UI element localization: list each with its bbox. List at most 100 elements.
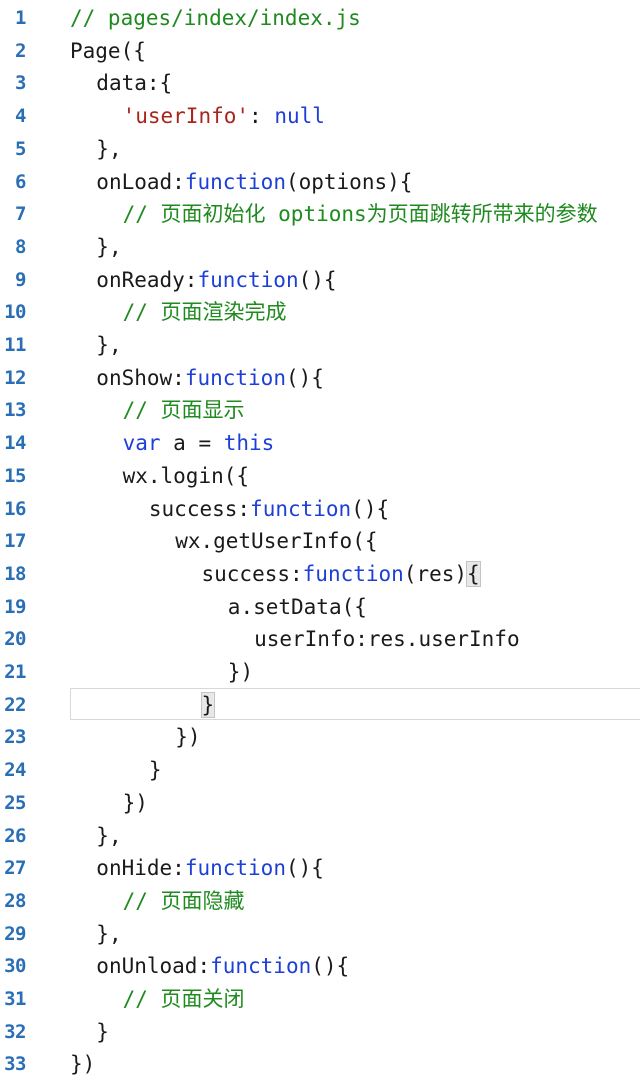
code-text[interactable]: // 页面隐藏 — [123, 885, 245, 918]
code-text[interactable]: onLoad:function(options){ — [96, 166, 412, 199]
code-text[interactable]: }) — [123, 787, 148, 820]
code-line[interactable]: 13 // 页面显示 — [0, 394, 640, 427]
code-token: }, — [96, 234, 122, 259]
code-line[interactable]: 5}, — [0, 133, 640, 166]
code-line[interactable]: 27 onHide:function(){ — [0, 852, 640, 885]
code-text[interactable]: onHide:function(){ — [96, 852, 324, 885]
line-number: 30 — [4, 955, 26, 978]
code-line[interactable]: 23}) — [0, 721, 640, 754]
code-text[interactable]: // 页面显示 — [123, 394, 245, 427]
code-token: }) — [227, 660, 254, 684]
code-line[interactable]: 26}, — [0, 820, 640, 853]
code-line[interactable]: 4 'userInfo': null — [0, 100, 640, 133]
code-text[interactable]: onUnload:function(){ — [96, 950, 349, 983]
code-token: onShow: — [96, 365, 185, 390]
line-number: 26 — [4, 824, 26, 847]
code-text[interactable]: // 页面渲染完成 — [123, 296, 287, 329]
code-line[interactable]: 24} — [0, 754, 640, 787]
code-text[interactable]: // pages/index/index.js — [70, 2, 361, 35]
code-line[interactable]: 11}, — [0, 329, 640, 362]
code-text[interactable]: // 页面初始化 options为页面跳转所带来的参数 — [123, 198, 598, 231]
code-line[interactable]: 31 // 页面关闭 — [0, 983, 640, 1016]
code-token: } — [148, 758, 162, 783]
code-line[interactable]: 1 // pages/index/index.js — [0, 2, 640, 35]
code-text[interactable]: } — [149, 754, 162, 787]
code-line[interactable]: 19 a.setData({ — [0, 591, 640, 624]
code-line[interactable]: 20 userInfo:res.userInfo — [0, 623, 640, 656]
code-line[interactable]: 15 wx.login({ — [0, 460, 640, 493]
code-text[interactable]: success:function(res){ — [202, 558, 481, 591]
code-text[interactable]: }, — [96, 329, 121, 362]
line-number: 11 — [4, 334, 26, 356]
code-text[interactable]: a.setData({ — [228, 591, 367, 624]
code-line[interactable]: 17 wx.getUserInfo({ — [0, 525, 640, 558]
line-number: 13 — [4, 399, 26, 422]
code-text[interactable]: }) — [70, 1048, 95, 1081]
code-token: data:{ — [96, 71, 173, 96]
code-keyword: var — [122, 431, 161, 456]
code-token: wx.login({ — [122, 463, 250, 488]
code-line[interactable]: 33}) — [0, 1048, 640, 1081]
code-line[interactable]: 12 onShow:function(){ — [0, 362, 640, 395]
line-number: 16 — [4, 497, 26, 520]
line-number: 23 — [4, 726, 26, 749]
code-text[interactable]: }, — [96, 918, 121, 951]
code-text[interactable]: success:function(){ — [149, 493, 389, 526]
code-line[interactable]: 6 onLoad:function(options){ — [0, 166, 640, 199]
line-number: 9 — [15, 268, 26, 291]
code-line[interactable]: 30 onUnload:function(){ — [0, 950, 640, 983]
code-line[interactable]: 3 data:{ — [0, 67, 640, 100]
line-number: 33 — [4, 1053, 26, 1076]
code-editor[interactable]: 1 // pages/index/index.js 2 Page({ 3 data:{ 4 '… — [0, 0, 640, 1084]
code-text[interactable]: } — [200, 689, 216, 722]
code-comment: // 页面隐藏 — [122, 888, 245, 913]
code-line[interactable]: 8}, — [0, 231, 640, 264]
code-line[interactable]: 25}) — [0, 787, 640, 820]
code-text[interactable]: }) — [175, 721, 200, 754]
code-text[interactable]: onReady:function(){ — [96, 264, 336, 297]
code-text[interactable]: var a = this — [123, 427, 275, 460]
code-keyword: function — [184, 856, 286, 881]
code-text[interactable]: 'userInfo': null — [123, 100, 325, 133]
code-comment: // 页面关闭 — [122, 987, 245, 1011]
code-comment: // 页面显示 — [122, 398, 245, 423]
line-number: 2 — [15, 39, 26, 62]
code-text[interactable]: // 页面关闭 — [123, 983, 245, 1016]
code-line[interactable]: 16 success:function(){ — [0, 493, 640, 526]
code-token: }, — [96, 921, 122, 946]
code-line[interactable]: 7 // 页面初始化 options为页面跳转所带来的参数 — [0, 198, 640, 231]
code-line[interactable]: 18 success:function(res){ — [0, 558, 640, 591]
line-number: 21 — [4, 661, 26, 683]
code-keyword: function — [250, 496, 352, 521]
line-number: 24 — [4, 759, 26, 782]
code-keyword: function — [184, 365, 286, 390]
code-token: wx.getUserInfo({ — [175, 529, 378, 554]
code-line[interactable]: 32} — [0, 1016, 640, 1049]
code-token: (){ — [285, 365, 324, 390]
code-text[interactable]: Page({ — [70, 35, 146, 68]
code-line[interactable]: 10 // 页面渲染完成 — [0, 296, 640, 329]
code-keyword: this — [223, 431, 275, 456]
code-text[interactable]: } — [96, 1016, 109, 1049]
code-line[interactable]: 9 onReady:function(){ — [0, 264, 640, 297]
code-text[interactable]: wx.login({ — [123, 460, 249, 493]
code-text[interactable]: }, — [96, 133, 121, 166]
line-number: 5 — [15, 137, 26, 160]
code-text[interactable]: }, — [96, 820, 121, 853]
code-line[interactable]: 2 Page({ — [0, 35, 640, 68]
code-line[interactable]: 29}, — [0, 918, 640, 951]
code-text[interactable]: }) — [228, 656, 253, 689]
code-token: : — [249, 104, 275, 129]
code-token: onUnload: — [96, 954, 211, 979]
code-token: }) — [175, 725, 201, 750]
code-line[interactable]: 21}) — [0, 656, 640, 689]
code-text[interactable]: data:{ — [96, 67, 172, 100]
code-text[interactable]: wx.getUserInfo({ — [175, 525, 377, 558]
code-text[interactable]: }, — [96, 231, 121, 264]
code-line[interactable]: 14 var a = this — [0, 427, 640, 460]
code-text[interactable]: userInfo:res.userInfo — [254, 623, 520, 656]
line-number: 3 — [15, 72, 26, 95]
code-line[interactable]: 28 // 页面隐藏 — [0, 885, 640, 918]
code-line[interactable]: 22} — [0, 689, 640, 722]
code-text[interactable]: onShow:function(){ — [96, 362, 324, 395]
